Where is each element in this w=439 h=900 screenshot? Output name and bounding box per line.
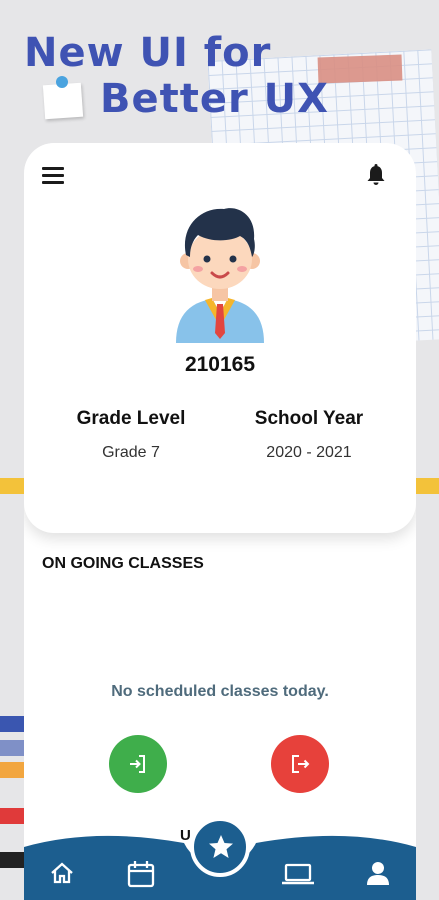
banner-title-line2: Better UX — [100, 76, 329, 122]
hamburger-menu-icon[interactable] — [42, 167, 64, 185]
log-out-icon — [292, 755, 310, 773]
check-in-button[interactable] — [109, 735, 167, 793]
laptop-icon[interactable] — [280, 859, 316, 889]
student-avatar — [170, 203, 270, 343]
star-icon — [209, 835, 233, 858]
ongoing-classes-title: ON GOING CLASSES — [42, 555, 204, 572]
color-strip-decoration — [0, 716, 24, 732]
color-strip-decoration — [0, 852, 24, 868]
star-button[interactable] — [190, 817, 250, 877]
log-in-icon — [130, 755, 145, 773]
pushpin-icon — [56, 76, 68, 88]
tape-decoration — [317, 54, 403, 84]
grade-level-block: Grade Level Grade 7 — [46, 408, 216, 462]
bell-icon[interactable] — [364, 163, 388, 189]
profile-card: 210165 Grade Level Grade 7 School Year 2… — [24, 143, 416, 533]
empty-classes-message: No scheduled classes today. — [111, 683, 329, 700]
user-icon[interactable] — [364, 859, 394, 889]
school-year-label: School Year — [254, 408, 364, 429]
grade-level-value: Grade 7 — [102, 444, 160, 461]
color-strip-decoration — [0, 740, 24, 756]
check-out-button[interactable] — [271, 735, 329, 793]
color-strip-decoration — [0, 762, 24, 778]
bottom-navigation: U — [24, 817, 416, 900]
school-year-block: School Year 2020 - 2021 — [224, 408, 394, 462]
calendar-icon[interactable] — [126, 859, 156, 889]
color-strip-decoration — [0, 808, 24, 824]
sticky-note-decoration — [42, 82, 84, 120]
school-year-value: 2020 - 2021 — [266, 444, 352, 461]
banner-title-line1: New UI for — [24, 30, 272, 76]
app-screen: 210165 Grade Level Grade 7 School Year 2… — [24, 143, 416, 900]
grade-level-label: Grade Level — [76, 408, 186, 429]
home-icon[interactable] — [48, 859, 78, 889]
student-id: 210165 — [184, 353, 256, 376]
